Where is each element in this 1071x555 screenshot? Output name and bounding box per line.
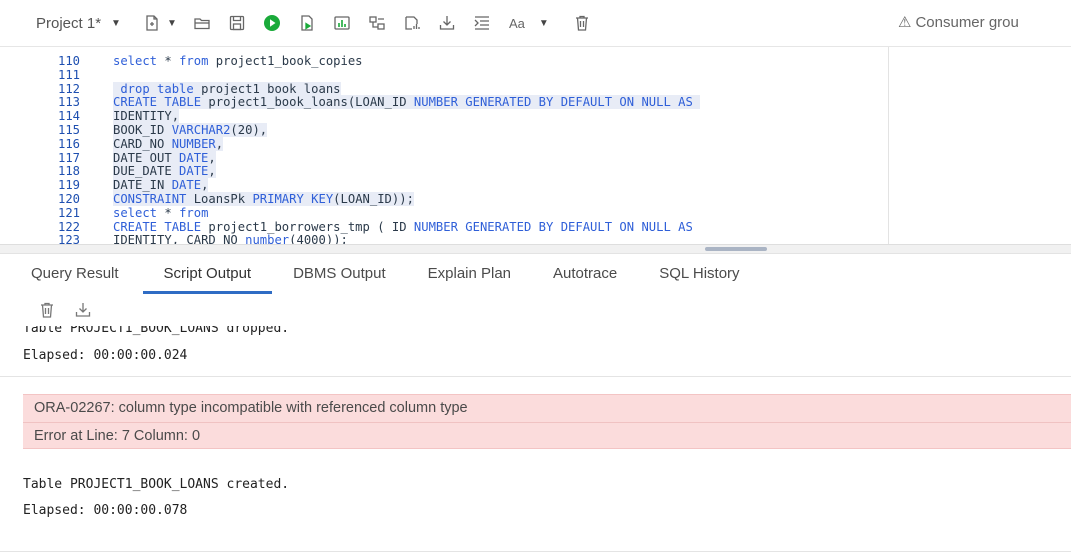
editor-line[interactable]: 119 DATE_IN DATE, [0, 178, 888, 193]
download-output-icon[interactable] [72, 299, 94, 321]
clear-icon[interactable] [571, 12, 593, 34]
line-number: 111 [57, 67, 80, 82]
project-selector[interactable]: Project 1* ▼ [36, 15, 121, 32]
editor-margin-line [888, 47, 889, 244]
code-text: DATE_IN DATE, [113, 178, 209, 193]
code-text: DUE_DATE DATE, [113, 164, 216, 179]
editor-line[interactable]: 117 DATE_OUT DATE, [0, 150, 888, 165]
consumer-group-indicator[interactable]: ⚠ Consumer grou [898, 13, 1019, 32]
line-number: 121 [57, 205, 80, 220]
project-label: Project 1* [36, 14, 102, 32]
error-message-box: ORA-02267: column type incompatible with… [23, 394, 1071, 449]
editor-line[interactable]: 114 IDENTITY, [0, 109, 888, 124]
error-location: Error at Line: 7 Column: 0 [34, 428, 201, 444]
tab-script-output[interactable]: Script Output [142, 254, 273, 294]
code-text: select * from [113, 205, 209, 220]
output-bottom-border [0, 551, 1071, 552]
output-toolbar [0, 294, 1071, 326]
save-icon[interactable] [226, 12, 248, 34]
output-separator [0, 376, 1071, 377]
clear-output-icon[interactable] [36, 299, 58, 321]
line-number: 115 [57, 123, 80, 137]
explain-plan-icon[interactable] [331, 12, 353, 34]
main-toolbar: Project 1* ▼ ▼ Aa ▼ ⚠ Consumer grou [0, 0, 1071, 46]
line-number: 110 [57, 54, 80, 68]
code-text: IDENTITY, [113, 109, 180, 124]
line-number: 116 [57, 136, 80, 151]
tab-query-result[interactable]: Query Result [0, 254, 143, 294]
code-text: CARD_NO NUMBER, [113, 136, 224, 151]
line-number: 119 [57, 178, 80, 193]
output-elapsed-line-2: Elapsed: 00:00:00.078 [23, 503, 188, 518]
error-divider [23, 422, 1071, 423]
code-text: CREATE TABLE project1_book_loans(LOAN_ID… [113, 95, 701, 110]
editor-line[interactable]: 123 IDENTITY, CARD_NO number(4000)); [0, 233, 888, 244]
text-case-icon[interactable]: Aa [506, 12, 532, 34]
open-icon[interactable] [191, 12, 213, 34]
editor-line[interactable]: 111 [0, 68, 888, 82]
editor-line[interactable]: 120 CONSTRAINT LoansPk PRIMARY KEY(LOAN_I… [0, 192, 888, 206]
consumer-group-label: Consumer grou [915, 13, 1019, 31]
output-elapsed-line-1: Elapsed: 00:00:00.024 [23, 348, 188, 363]
line-number: 114 [57, 109, 80, 124]
line-number: 117 [57, 150, 80, 165]
line-number: 123 [57, 233, 80, 244]
code-text: CONSTRAINT LoansPk PRIMARY KEY(LOAN_ID))… [113, 192, 414, 206]
code-text: drop table project1_book_loans [113, 81, 341, 96]
autotrace-icon[interactable] [366, 12, 388, 34]
editor-line[interactable]: 121 select * from [0, 206, 888, 220]
new-worksheet-dropdown-icon[interactable]: ▼ [167, 18, 177, 29]
editor-line[interactable]: 110 select * from project1_book_copies [0, 54, 888, 68]
text-case-dropdown-icon[interactable]: ▼ [539, 18, 549, 29]
svg-text:Aa: Aa [509, 16, 526, 31]
code-text: select * from project1_book_copies [113, 54, 363, 68]
editor-line[interactable]: 112 drop table project1_book_loans [0, 81, 888, 96]
tab-sql-history[interactable]: SQL History [638, 254, 760, 294]
output-tabs: Query Result Script Output DBMS Output E… [0, 254, 1071, 294]
pane-splitter[interactable] [0, 244, 1071, 254]
splitter-grip[interactable] [705, 247, 767, 251]
code-text: BOOK_ID VARCHAR2(20), [113, 123, 268, 137]
line-number: 120 [57, 192, 80, 206]
sql-editor[interactable]: 110 select * from project1_book_copies 111… [0, 46, 1071, 244]
output-created-line: Table PROJECT1_BOOK_LOANS created. [23, 477, 290, 492]
new-worksheet-icon[interactable] [141, 12, 163, 34]
editor-line[interactable]: 115 BOOK_ID VARCHAR2(20), [0, 123, 888, 137]
tab-autotrace[interactable]: Autotrace [532, 254, 638, 294]
sql-tuning-icon[interactable] [401, 12, 423, 34]
download-icon[interactable] [436, 12, 458, 34]
editor-line[interactable]: 113 CREATE TABLE project1_book_loans(LOAN… [0, 95, 888, 110]
warning-icon: ⚠ [898, 14, 912, 31]
run-statement-icon[interactable] [261, 12, 283, 34]
editor-line[interactable]: 122 CREATE TABLE project1_borrowers_tmp (… [0, 220, 888, 234]
tab-dbms-output[interactable]: DBMS Output [272, 254, 407, 294]
error-message: ORA-02267: column type incompatible with… [34, 400, 468, 416]
editor-line[interactable]: 116 CARD_NO NUMBER, [0, 136, 888, 151]
output-dropped-line: Table PROJECT1_BOOK_LOANS dropped. [23, 326, 290, 336]
code-text: CREATE TABLE project1_borrowers_tmp ( ID… [113, 219, 693, 234]
line-number: 118 [57, 164, 80, 179]
editor-line[interactable]: 118 DUE_DATE DATE, [0, 164, 888, 179]
line-number: 113 [57, 95, 80, 110]
format-icon[interactable] [471, 12, 493, 34]
line-number: 122 [57, 219, 80, 234]
code-text: IDENTITY, CARD_NO number(4000)); [113, 233, 348, 244]
chevron-down-icon: ▼ [111, 17, 121, 29]
line-number: 112 [57, 81, 80, 96]
run-script-icon[interactable] [296, 12, 318, 34]
code-text: DATE_OUT DATE, [113, 150, 216, 165]
script-output-panel[interactable]: Table PROJECT1_BOOK_LOANS dropped. Elaps… [0, 326, 1071, 555]
tab-explain-plan[interactable]: Explain Plan [407, 254, 532, 294]
